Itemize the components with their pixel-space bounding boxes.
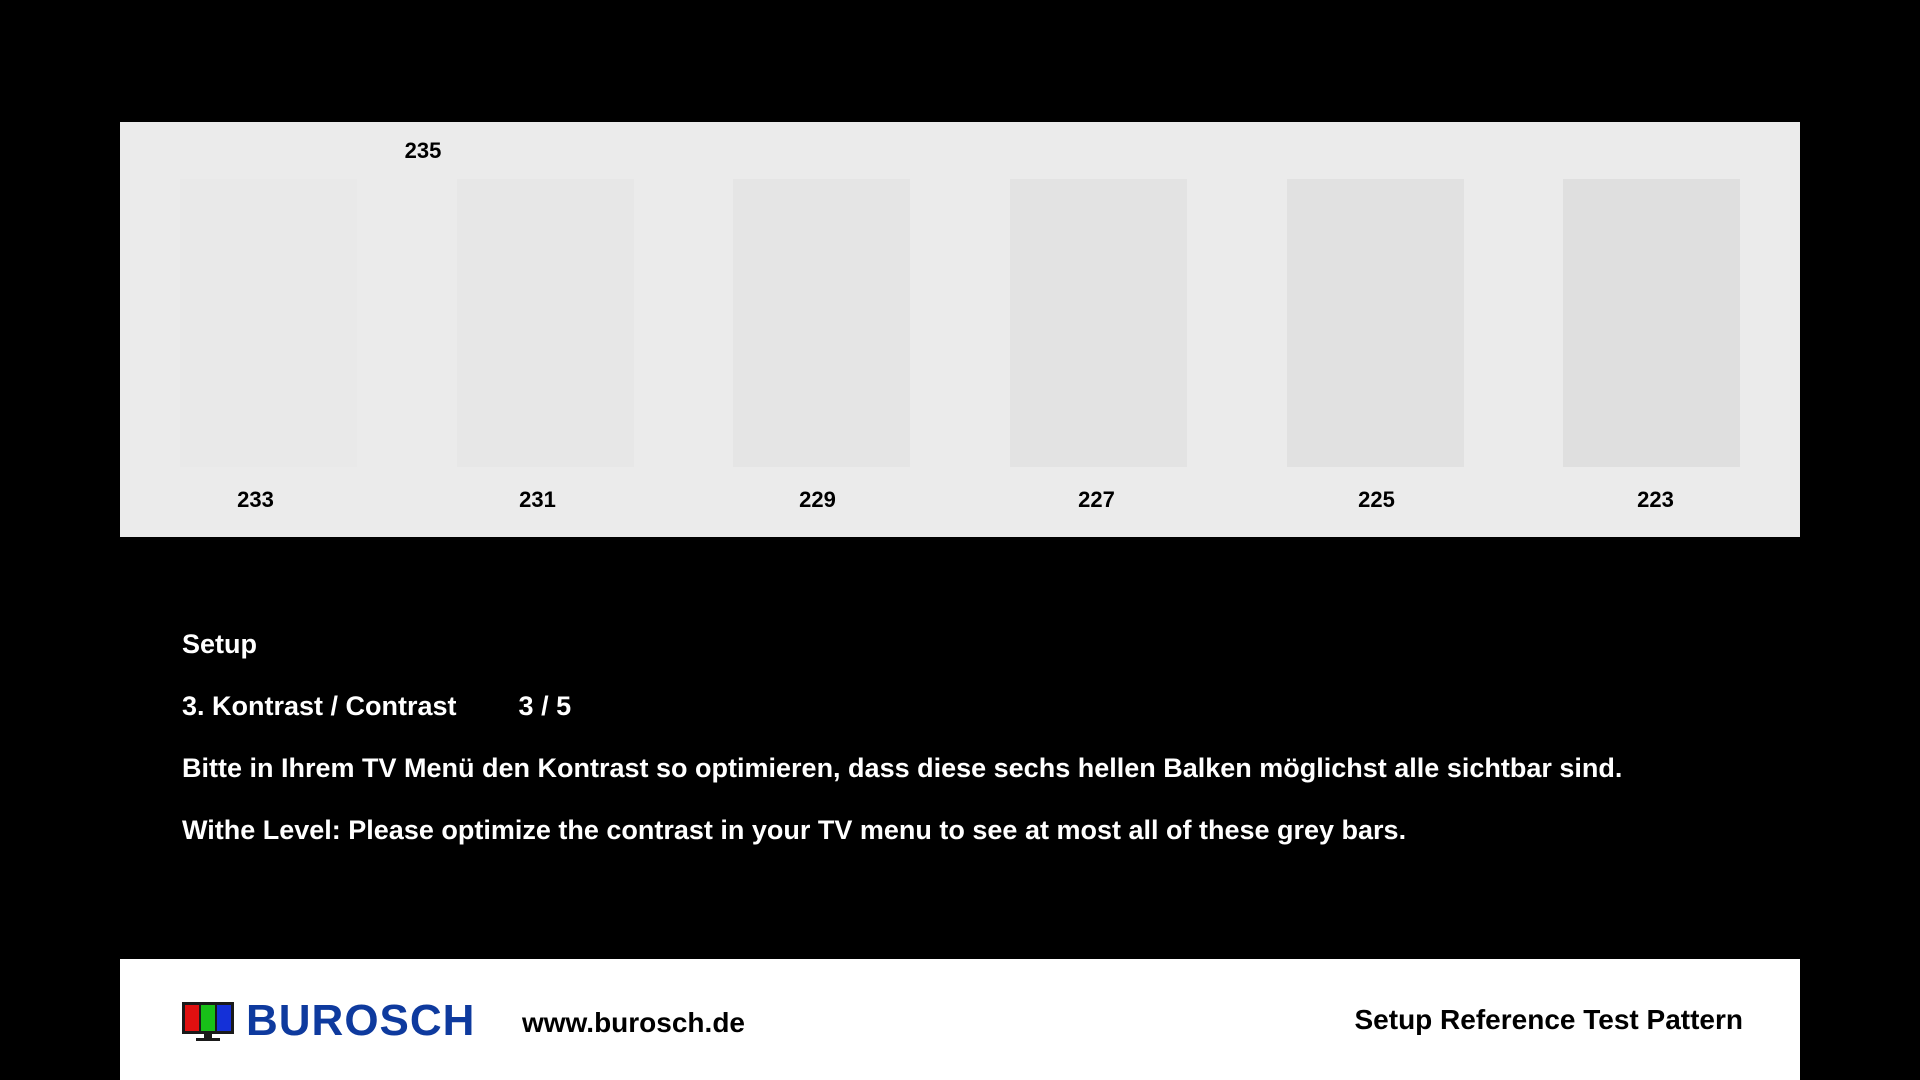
- bar-label-225: 225: [1358, 487, 1395, 512]
- grey-bar-227: [1010, 179, 1187, 467]
- grey-bar-229: [733, 179, 910, 467]
- tv-rgb-icon: [182, 999, 234, 1043]
- bar-label-231: 231: [519, 487, 556, 512]
- grey-bar-231: [457, 179, 634, 467]
- step-title-row: 3. Kontrast / Contrast 3 / 5: [182, 688, 1782, 750]
- burosch-logo: BUROSCH: [182, 999, 475, 1043]
- setup-heading: Setup: [182, 629, 258, 659]
- footer-title: Setup Reference Test Pattern: [1354, 1004, 1744, 1035]
- bar-label-223: 223: [1637, 487, 1674, 512]
- instructions-block: Setup 3. Kontrast / Contrast 3 / 5 Bitte …: [182, 626, 1782, 874]
- footer-bar: BUROSCH www.burosch.de Setup Reference T…: [120, 959, 1800, 1080]
- grey-bar-225: [1287, 179, 1464, 467]
- brand-name: BUROSCH: [246, 996, 476, 1045]
- grey-bar-panel: 235 233 231 229 227 225 223: [120, 122, 1800, 537]
- english-instruction: Withe Level: Please optimize the contras…: [182, 815, 1407, 845]
- test-pattern-screen: 235 233 231 229 227 225 223 Setup 3. Kon…: [0, 0, 1920, 1080]
- grey-bar-233: [180, 179, 357, 467]
- website-link[interactable]: www.burosch.de: [522, 1007, 745, 1039]
- step-title: 3. Kontrast / Contrast: [182, 691, 457, 721]
- background-level-label: 235: [404, 138, 442, 163]
- bar-label-233: 233: [237, 487, 274, 512]
- german-instruction: Bitte in Ihrem TV Menü den Kontrast so o…: [182, 753, 1623, 783]
- bar-label-227: 227: [1078, 487, 1115, 512]
- step-counter: 3 / 5: [518, 691, 572, 721]
- bar-label-229: 229: [799, 487, 836, 512]
- grey-bar-223: [1563, 179, 1740, 467]
